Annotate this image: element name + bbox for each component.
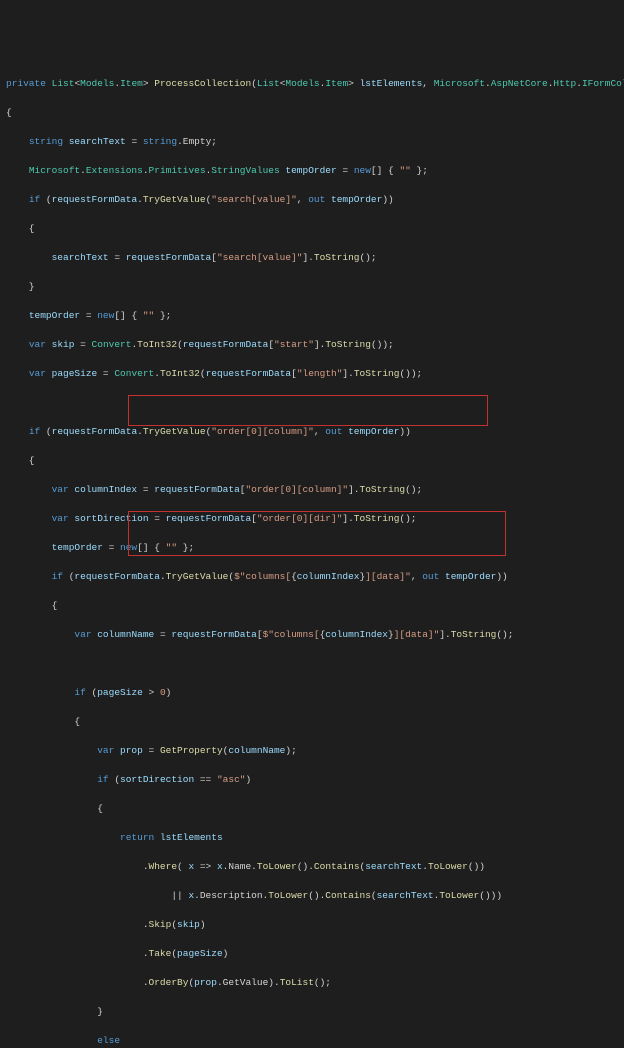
code-line: if (sortDirection == "asc") (6, 773, 624, 788)
code-line: var columnName = requestFormData[$"colum… (6, 628, 624, 643)
code-line: .Skip(skip) (6, 918, 624, 933)
code-line: } (6, 280, 624, 295)
code-line: var columnIndex = requestFormData["order… (6, 483, 624, 498)
code-line: tempOrder = new[] { "" }; (6, 309, 624, 324)
code-line: { (6, 802, 624, 817)
code-line: string searchText = string.Empty; (6, 135, 624, 150)
code-line: tempOrder = new[] { "" }; (6, 541, 624, 556)
code-line: if (pageSize > 0) (6, 686, 624, 701)
code-line: { (6, 454, 624, 469)
code-line: var skip = Convert.ToInt32(requestFormDa… (6, 338, 624, 353)
code-line (6, 396, 624, 411)
code-line: else (6, 1034, 624, 1048)
code-line: .Where( x => x.Name.ToLower().Contains(s… (6, 860, 624, 875)
code-line: if (requestFormData.TryGetValue("search[… (6, 193, 624, 208)
code-line: .OrderBy(prop.GetValue).ToList(); (6, 976, 624, 991)
code-line: Microsoft.Extensions.Primitives.StringVa… (6, 164, 624, 179)
code-line: var prop = GetProperty(columnName); (6, 744, 624, 759)
code-line (6, 657, 624, 672)
code-line: searchText = requestFormData["search[val… (6, 251, 624, 266)
code-line: || x.Description.ToLower().Contains(sear… (6, 889, 624, 904)
code-line: { (6, 106, 624, 121)
code-line: { (6, 222, 624, 237)
code-line: if (requestFormData.TryGetValue("order[0… (6, 425, 624, 440)
code-line: { (6, 599, 624, 614)
code-line: if (requestFormData.TryGetValue($"column… (6, 570, 624, 585)
code-line: private List<Models.Item> ProcessCollect… (6, 77, 624, 92)
code-line: } (6, 1005, 624, 1020)
code-line: return lstElements (6, 831, 624, 846)
code-line: { (6, 715, 624, 730)
code-line: var pageSize = Convert.ToInt32(requestFo… (6, 367, 624, 382)
code-editor[interactable]: private List<Models.Item> ProcessCollect… (6, 62, 624, 1048)
code-line: .Take(pageSize) (6, 947, 624, 962)
